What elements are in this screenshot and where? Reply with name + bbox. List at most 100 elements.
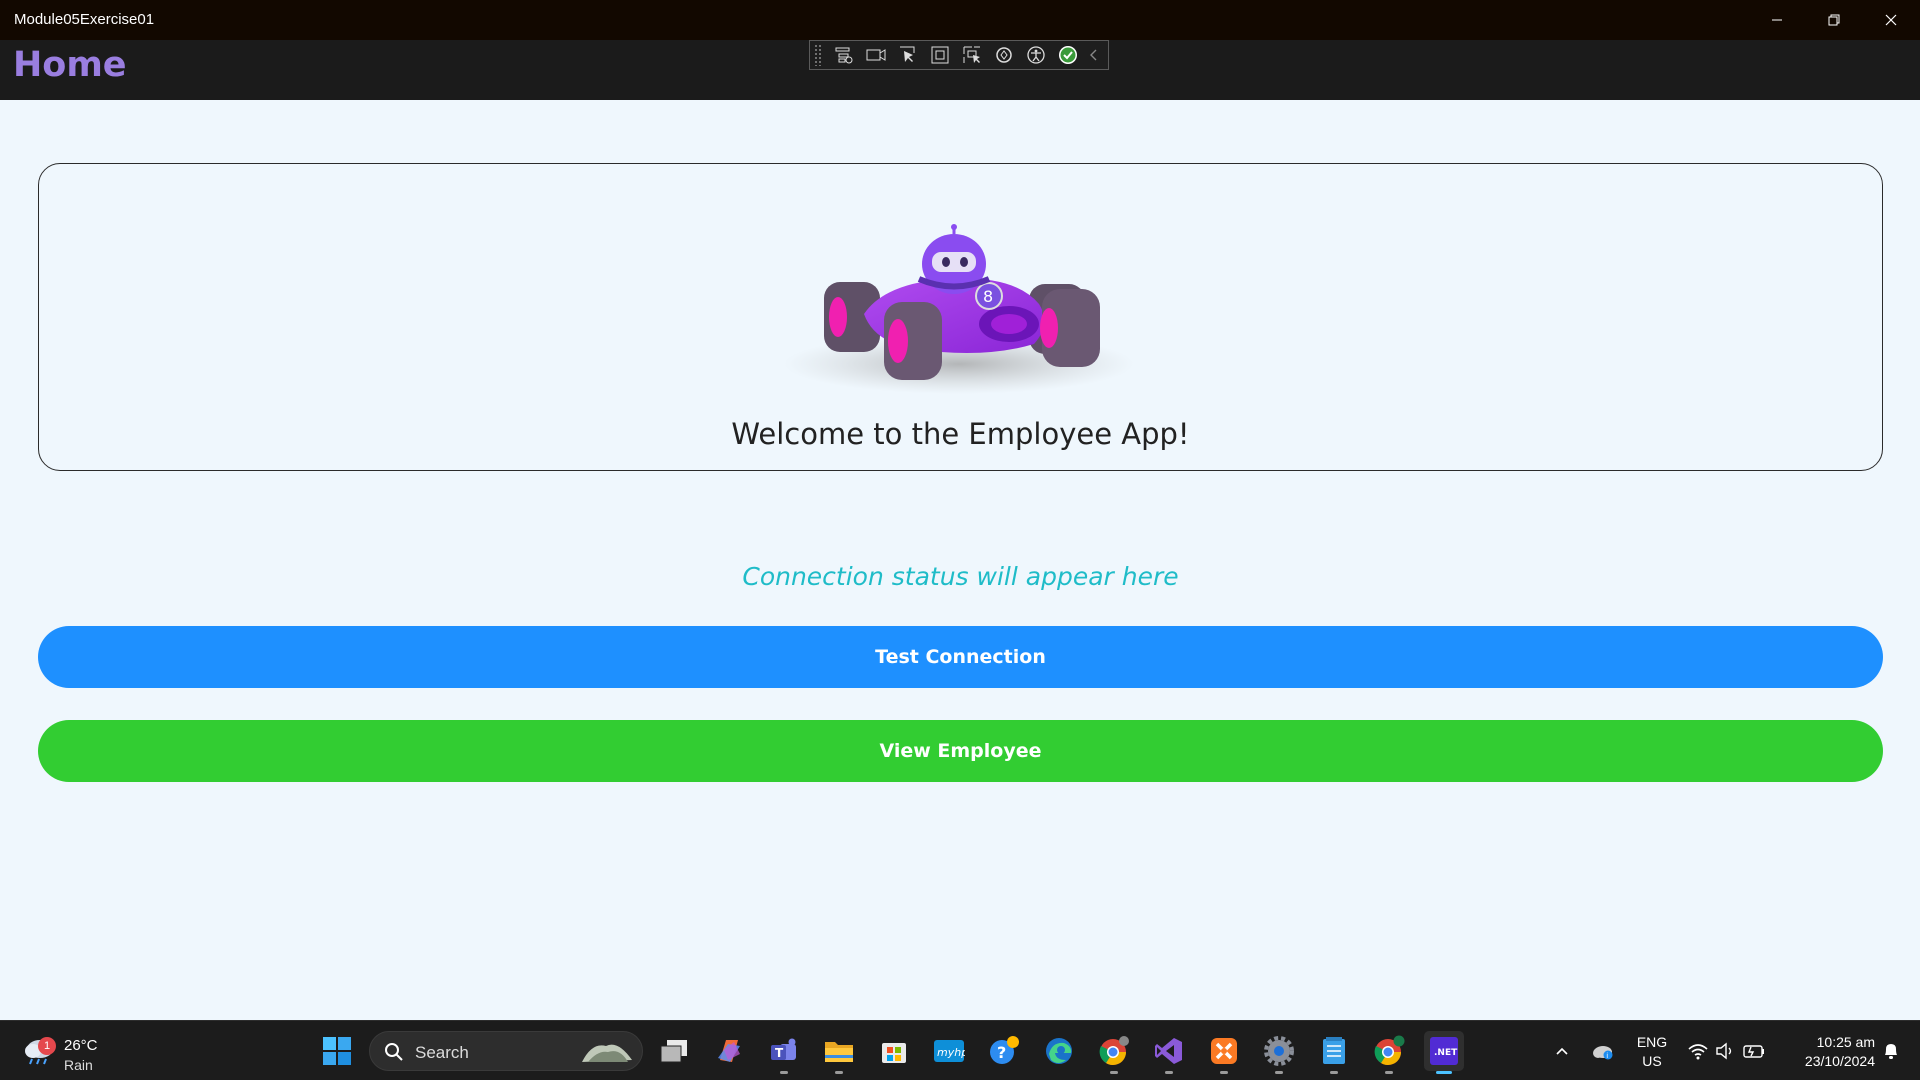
dotnet-app-icon: .NET [1430,1037,1458,1065]
xampp-icon [1211,1038,1237,1064]
minimize-button[interactable] [1749,0,1805,40]
notepad-button[interactable] [1314,1031,1354,1074]
visual-studio-button[interactable] [1149,1031,1189,1074]
clock-date: 23/10/2024 [1804,1053,1875,1069]
search-placeholder: Search [415,1043,469,1062]
running-indicator [1385,1071,1393,1074]
check-icon [1059,46,1077,64]
help-icon: ? [990,1036,1019,1064]
weather-widget[interactable]: 1 26°C Rain [20,1029,110,1073]
record-icon [866,49,886,61]
svg-text:T: T [775,1046,784,1060]
close-button[interactable] [1863,0,1919,40]
dotnet-app-button[interactable]: .NET [1424,1031,1464,1074]
battery-icon [1743,1045,1764,1058]
notepad-icon [1323,1037,1345,1064]
check-button[interactable] [1052,42,1084,68]
chrome-icon [1099,1036,1129,1066]
volume-button[interactable] [1712,1021,1738,1080]
track-focus-icon [963,46,980,63]
toolbar-grip-icon[interactable] [814,44,822,66]
running-indicator [1220,1071,1228,1074]
start-icon [323,1037,351,1065]
edge-icon [1046,1038,1072,1064]
input-language-indicator[interactable]: ENG US [1632,1033,1672,1071]
select-element-icon [900,46,915,62]
close-icon [1885,14,1897,26]
task-view-button[interactable] [654,1031,694,1071]
page-title: Home [13,45,127,85]
onedrive-tray-button[interactable]: i [1588,1021,1618,1080]
cloud-icon: i [1593,1046,1613,1060]
show-hidden-icons-button[interactable] [1550,1021,1574,1080]
collapse-toolbar-button[interactable] [1084,42,1102,68]
view-employee-button[interactable]: View Employee [38,720,1883,782]
display-adorners-button[interactable] [924,42,956,68]
get-help-button[interactable]: ? [984,1031,1024,1071]
start-button[interactable] [317,1031,357,1071]
running-indicator [780,1071,788,1074]
visual-studio-icon [1155,1038,1182,1064]
hot-reload-button[interactable] [988,42,1020,68]
chrome-profile-button[interactable] [1369,1031,1409,1074]
xampp-button[interactable] [1204,1031,1244,1074]
select-element-button[interactable] [892,42,924,68]
taskbar-search-box[interactable]: Search [369,1031,643,1071]
file-explorer-icon [825,1042,853,1062]
clock-time: 10:25 am [1816,1034,1875,1050]
connection-status-label: Connection status will appear here [742,562,1179,591]
live-visual-tree-button[interactable] [828,42,860,68]
search-icon [385,1043,403,1061]
chrome-canary-icon [1374,1035,1405,1066]
copilot-icon [718,1040,740,1062]
chrome-button[interactable] [1094,1031,1134,1074]
chevron-left-icon [1090,49,1097,61]
welcome-card: 8 Welcome to the Employee App! [38,163,1883,471]
edge-button[interactable] [1039,1031,1079,1071]
notification-badge: 1 [38,1037,56,1055]
system-clock[interactable]: 10:25 am 23/10/2024 [1775,1033,1875,1071]
wifi-icon [1688,1044,1708,1060]
store-button[interactable] [874,1031,914,1071]
active-indicator [1436,1071,1452,1074]
test-connection-button[interactable]: Test Connection [38,626,1883,688]
restore-button[interactable] [1806,0,1862,40]
live-visual-tree-icon [835,47,853,64]
battery-button[interactable] [1740,1021,1768,1080]
running-indicator [835,1071,843,1074]
gear-icon [1264,1036,1294,1066]
teams-icon: T [771,1038,796,1060]
minimize-icon [1772,19,1782,21]
track-focus-button[interactable] [956,42,988,68]
myhp-button[interactable]: myhp [929,1031,969,1071]
bell-icon [1885,1044,1897,1059]
running-indicator [1330,1071,1338,1074]
weather-condition: Rain [64,1057,93,1073]
window-title: Module05Exercise01 [14,11,155,28]
teams-button[interactable]: T [764,1031,804,1074]
file-explorer-button[interactable] [819,1031,859,1074]
dotnet-bot-race-car-image: 8 [784,224,1134,394]
speaker-icon [1716,1042,1732,1060]
copilot-button[interactable] [709,1031,749,1071]
hot-reload-icon [996,47,1012,63]
taskbar: 1 26°C Rain Search T myhp ? [0,1020,1920,1080]
accessibility-icon [1027,46,1045,64]
network-button[interactable] [1684,1021,1712,1080]
language-region: US [1642,1053,1662,1069]
chevron-up-icon [1556,1047,1568,1055]
weather-temperature: 26°C [64,1037,98,1054]
notifications-button[interactable] [1876,1021,1906,1080]
svg-text:?: ? [997,1043,1006,1062]
store-icon [882,1043,906,1063]
running-indicator [1275,1071,1283,1074]
svg-text:i: i [1606,1052,1608,1060]
svg-text:8: 8 [983,287,993,306]
dotnet-label: .NET [1434,1048,1458,1058]
settings-button[interactable] [1259,1031,1299,1074]
accessibility-button[interactable] [1020,42,1052,68]
running-indicator [1110,1071,1118,1074]
record-button[interactable] [860,42,892,68]
restore-icon [1828,14,1840,26]
language-code: ENG [1636,1034,1668,1050]
